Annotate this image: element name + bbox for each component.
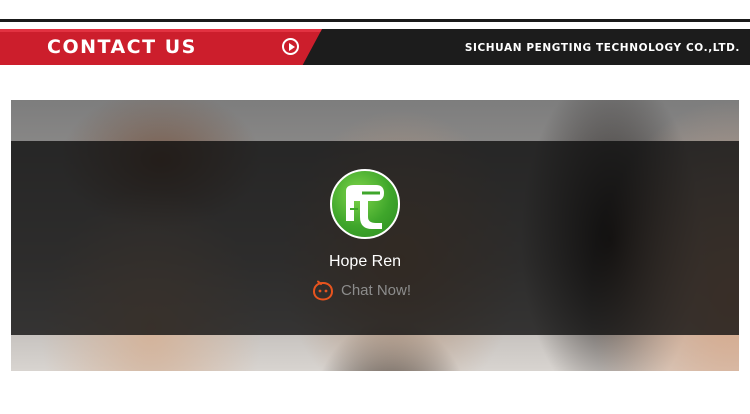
top-divider — [0, 19, 750, 22]
company-name: SICHUAN PENGTING TECHNOLOGY CO.,LTD. — [464, 42, 740, 54]
pengting-t-logo-icon — [346, 185, 384, 229]
chat-now-label: Chat Now! — [341, 282, 412, 299]
section-header: CONTACT US SICHUAN PENGTING TECHNOLOGY C… — [0, 29, 750, 65]
chat-bubble-icon — [312, 280, 334, 301]
section-title: CONTACT US — [47, 36, 197, 58]
agent-avatar — [330, 169, 400, 239]
section-title-tab: CONTACT US — [0, 29, 322, 65]
play-circle-icon[interactable] — [282, 38, 299, 55]
chat-now-button[interactable]: Chat Now! — [311, 280, 431, 302]
agent-name: Hope Ren — [328, 253, 402, 270]
contact-banner: Hope Ren Chat Now! — [11, 100, 739, 371]
